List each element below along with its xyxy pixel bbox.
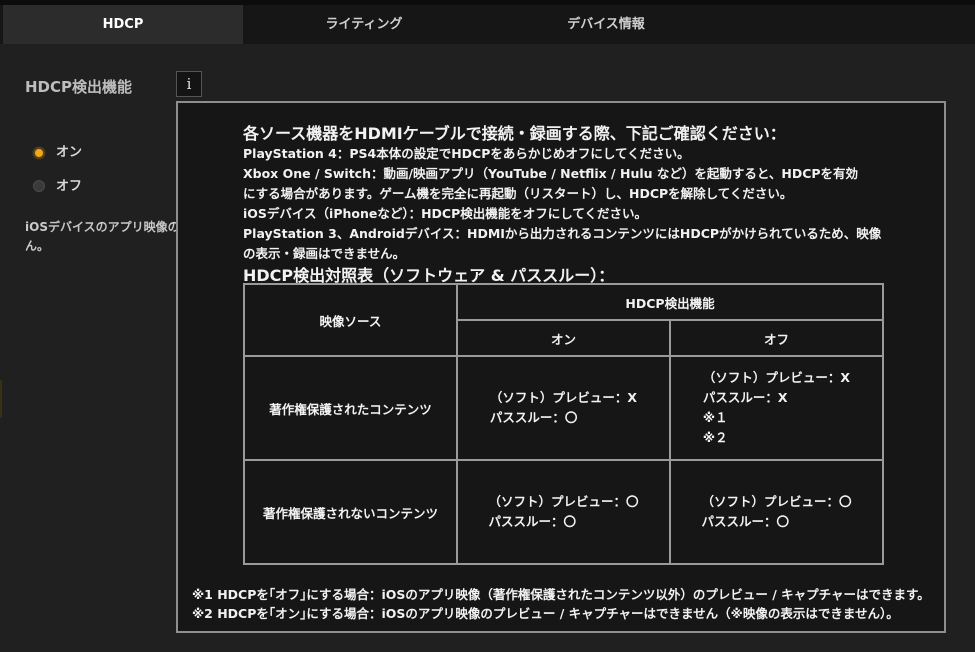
popup-line-ps3-1: PlayStation 3、Androidデバイス：HDMIから出力されるコンテ…	[243, 226, 882, 241]
popup-line-xbox-1: Xbox One / Switch：動画/映画アプリ（YouTube / Net…	[243, 166, 859, 181]
table-header-hdcp: HDCP検出機能	[456, 283, 884, 321]
cell-text: ※２	[702, 430, 728, 445]
popup-line-ps3-2: の表示・録画はできません。	[243, 246, 406, 261]
hdcp-comparison-table: 映像ソース HDCP検出機能 オン オフ 著作権保護されたコンテンツ （ソフト）…	[243, 283, 884, 565]
info-icon-button[interactable]: i	[176, 71, 202, 97]
table-row: 著作権保護されたコンテンツ （ソフト）プレビュー：X パススルー：〇 （ソフト）…	[243, 355, 884, 461]
radio-on[interactable]	[33, 147, 45, 159]
popup-heading: 各ソース機器をHDMIケーブルで接続・録画する際、下記ご確認ください：	[243, 124, 786, 143]
hdcp-detection-title: HDCP検出機能	[25, 78, 133, 96]
row-protected-label: 著作権保護されたコンテンツ	[243, 355, 458, 461]
cell-text: パススルー：〇	[489, 410, 578, 425]
footnote-1: ※1 HDCPを｢オフ｣にする場合：iOSのアプリ映像（著作権保護されたコンテン…	[192, 587, 930, 602]
tab-bar: HDCP ライティング デバイス情報	[0, 0, 975, 44]
cell-text: パススルー：〇	[488, 514, 576, 529]
row-unprotected-off: （ソフト）プレビュー：〇 パススルー：〇	[669, 459, 884, 565]
ios-note-line-2: ん。	[25, 239, 50, 253]
row-protected-on: （ソフト）プレビュー：X パススルー：〇	[456, 355, 671, 461]
popup-line-xbox-2: にする場合があります。ゲーム機を完全に再起動（リスタート）し、HDCPを解除して…	[243, 186, 793, 201]
table-header-source: 映像ソース	[243, 283, 458, 357]
cell-text: （ソフト）プレビュー：X	[702, 370, 851, 385]
radio-on-label[interactable]: オン	[56, 141, 82, 160]
ios-note-line-1: iOSデバイスのアプリ映像の	[25, 220, 177, 234]
table-row: 著作権保護されないコンテンツ （ソフト）プレビュー：〇 パススルー：〇 （ソフト…	[243, 459, 884, 565]
cell-text: ※１	[702, 410, 728, 425]
table-header-on: オン	[456, 319, 671, 357]
table-header-off: オフ	[669, 319, 884, 357]
row-unprotected-label: 著作権保護されないコンテンツ	[243, 459, 458, 565]
tab-device-info[interactable]: デバイス情報	[485, 5, 727, 44]
radio-off[interactable]	[33, 180, 45, 192]
popup-line-ps4: PlayStation 4：PS4本体の設定でHDCPをあらかじめオフにしてくだ…	[243, 146, 690, 161]
ios-note: iOSデバイスのアプリ映像の ん。	[25, 218, 177, 256]
cell-text: パススルー：〇	[701, 514, 789, 529]
popup-line-ios: iOSデバイス（iPhoneなど）：HDCP検出機能をオフにしてください。	[243, 206, 648, 221]
footnote-2: ※2 HDCPを｢オン｣にする場合：iOSのアプリ映像のプレビュー / キャプチ…	[192, 606, 899, 621]
row-unprotected-on: （ソフト）プレビュー：〇 パススルー：〇	[456, 459, 671, 565]
cell-text: （ソフト）プレビュー：X	[489, 390, 638, 405]
tab-hdcp[interactable]: HDCP	[3, 5, 243, 44]
tab-lighting[interactable]: ライティング	[243, 5, 485, 44]
hdcp-info-popup: 各ソース機器をHDMIケーブルで接続・録画する際、下記ご確認ください： Play…	[176, 101, 946, 633]
row-protected-off: （ソフト）プレビュー：X パススルー：X ※１ ※２	[669, 355, 884, 461]
cell-text: （ソフト）プレビュー：〇	[488, 494, 639, 509]
cell-text: （ソフト）プレビュー：〇	[701, 494, 852, 509]
left-edge-accent	[0, 380, 2, 418]
radio-off-label[interactable]: オフ	[56, 175, 82, 194]
cell-text: パススルー：X	[702, 390, 788, 405]
